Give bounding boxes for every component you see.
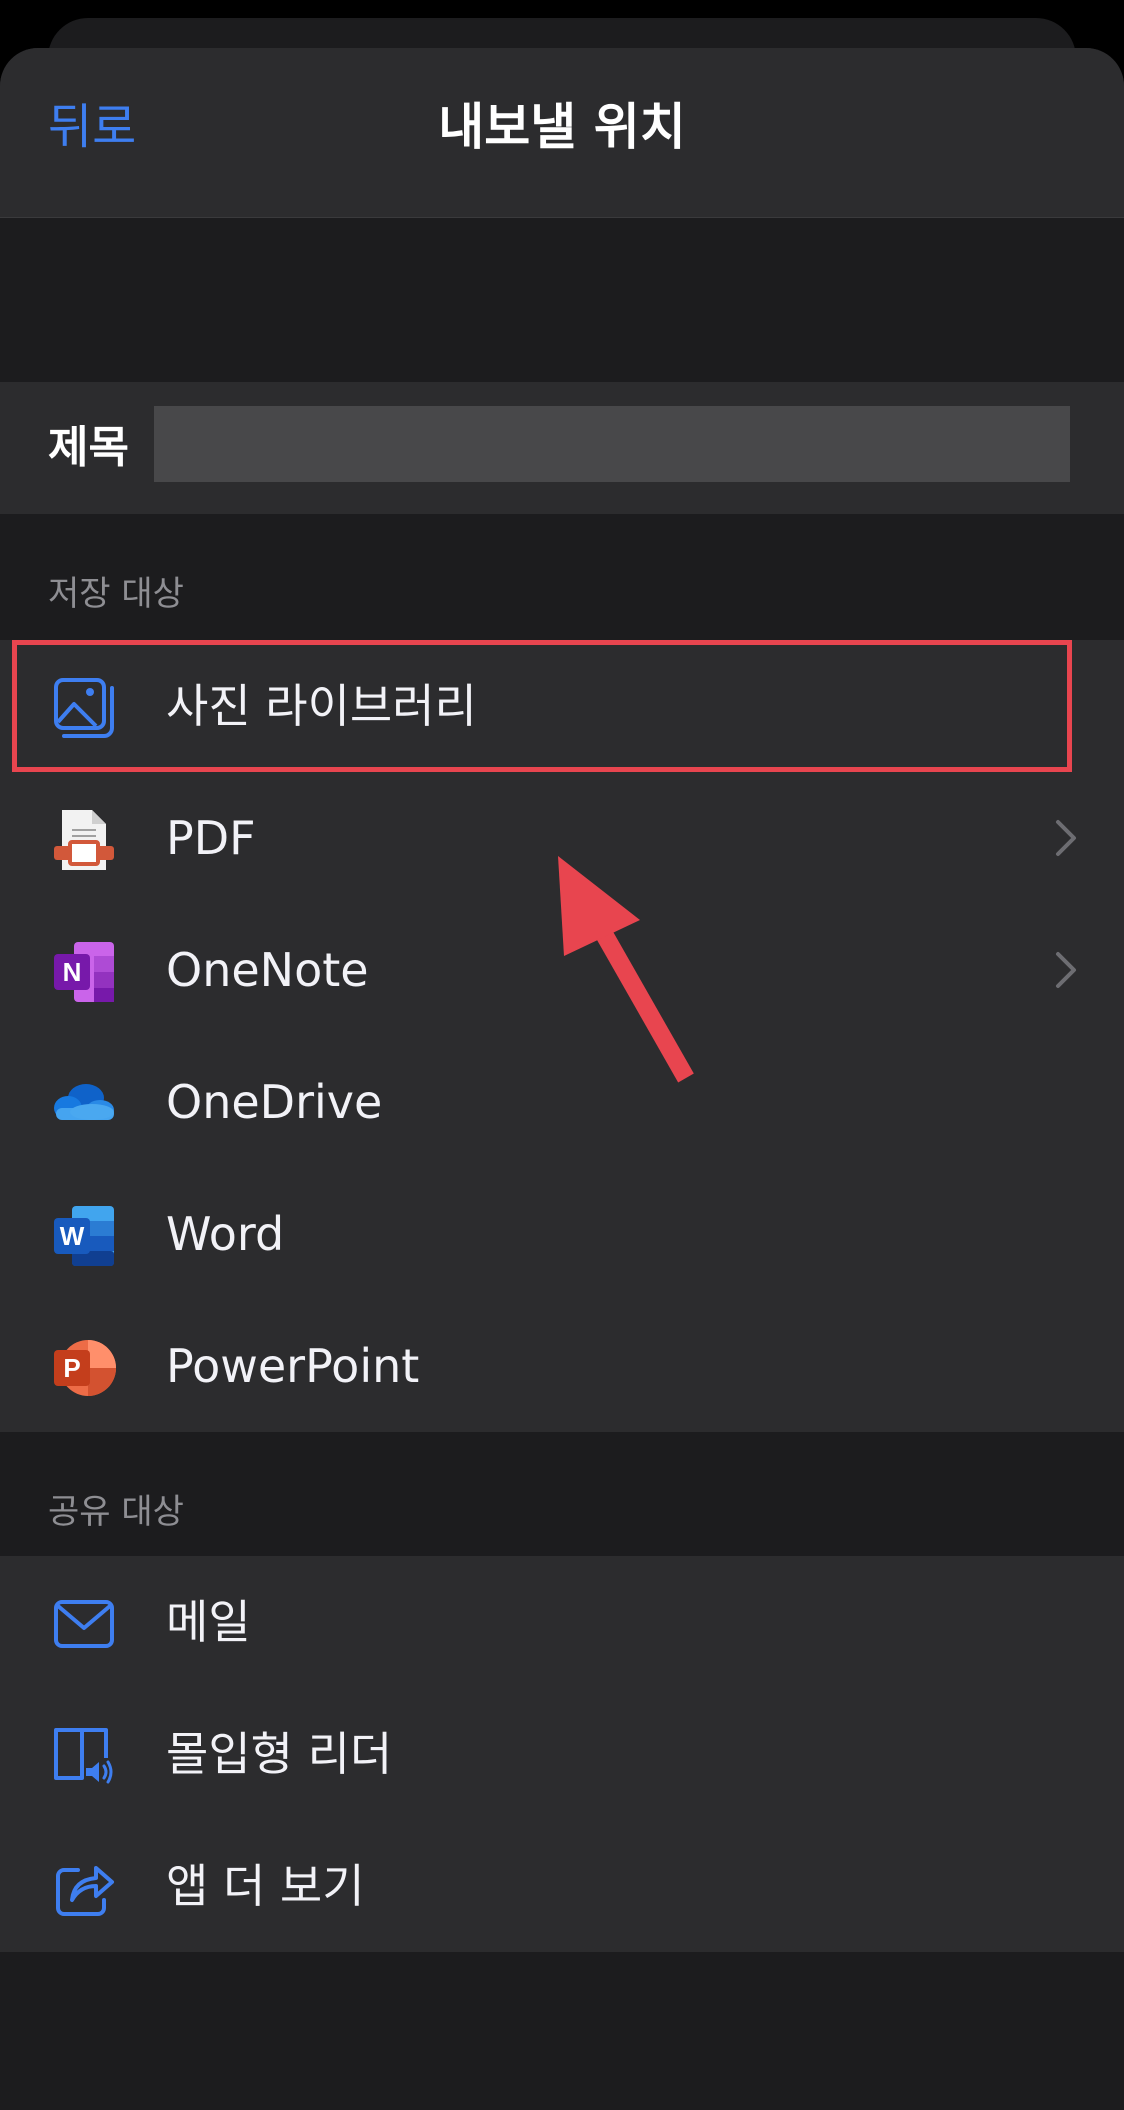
chevron-right-icon bbox=[1056, 952, 1076, 988]
share-icon bbox=[56, 1866, 114, 1916]
mail-icon bbox=[54, 1600, 114, 1648]
share-item-label: 메일 bbox=[166, 1595, 251, 1649]
chevron-right-icon bbox=[1056, 820, 1076, 856]
save-item-onedrive[interactable]: OneDrive bbox=[0, 1036, 1124, 1168]
share-item-immersive-reader[interactable]: 몰입형 리더 bbox=[0, 1688, 1124, 1820]
save-item-label: 사진 라이브러리 bbox=[166, 679, 477, 733]
powerpoint-icon: P bbox=[54, 1340, 116, 1396]
share-item-label: 몰입형 리더 bbox=[166, 1727, 393, 1781]
save-section-header: 저장 대상 bbox=[48, 574, 184, 614]
svg-text:W: W bbox=[60, 1221, 85, 1251]
save-item-label: OneNote bbox=[166, 943, 369, 997]
share-item-mail[interactable]: 메일 bbox=[0, 1556, 1124, 1688]
save-destination-list: 사진 라이브러리 PDF N OneNote OneDrive W Word P… bbox=[0, 640, 1124, 1432]
onenote-icon: N bbox=[54, 942, 114, 1002]
share-destination-list: 메일 몰입형 리더 앱 더 보기 bbox=[0, 1556, 1124, 1952]
share-section-header: 공유 대상 bbox=[48, 1492, 184, 1532]
share-item-label: 앱 더 보기 bbox=[166, 1859, 365, 1913]
export-sheet: 뒤로 내보낼 위치 제목 저장 대상 사진 라이브러리 PDF N OneNot… bbox=[0, 48, 1124, 2110]
title-row: 제목 bbox=[0, 382, 1124, 514]
svg-text:N: N bbox=[63, 957, 82, 987]
svg-text:P: P bbox=[63, 1353, 80, 1383]
share-item-more-apps[interactable]: 앱 더 보기 bbox=[0, 1820, 1124, 1952]
navigation-bar: 뒤로 내보낼 위치 bbox=[0, 48, 1124, 218]
title-input[interactable] bbox=[154, 406, 1070, 482]
photo-library-icon bbox=[54, 678, 114, 738]
save-item-word[interactable]: W Word bbox=[0, 1168, 1124, 1300]
page-title: 내보낼 위치 bbox=[438, 98, 686, 156]
onedrive-icon bbox=[54, 1084, 114, 1120]
title-label: 제목 bbox=[48, 422, 129, 473]
word-icon: W bbox=[54, 1206, 114, 1266]
save-item-label: OneDrive bbox=[166, 1075, 383, 1129]
immersive-reader-icon bbox=[54, 1728, 113, 1784]
pdf-icon bbox=[54, 810, 114, 870]
save-item-label: Word bbox=[166, 1207, 285, 1261]
save-item-label: PowerPoint bbox=[166, 1339, 420, 1393]
save-item-onenote[interactable]: N OneNote bbox=[0, 904, 1124, 1036]
save-item-powerpoint[interactable]: P PowerPoint bbox=[0, 1300, 1124, 1432]
save-item-photo-library[interactable]: 사진 라이브러리 bbox=[0, 640, 1124, 772]
save-item-pdf[interactable]: PDF bbox=[0, 772, 1124, 904]
save-item-label: PDF bbox=[166, 811, 256, 865]
